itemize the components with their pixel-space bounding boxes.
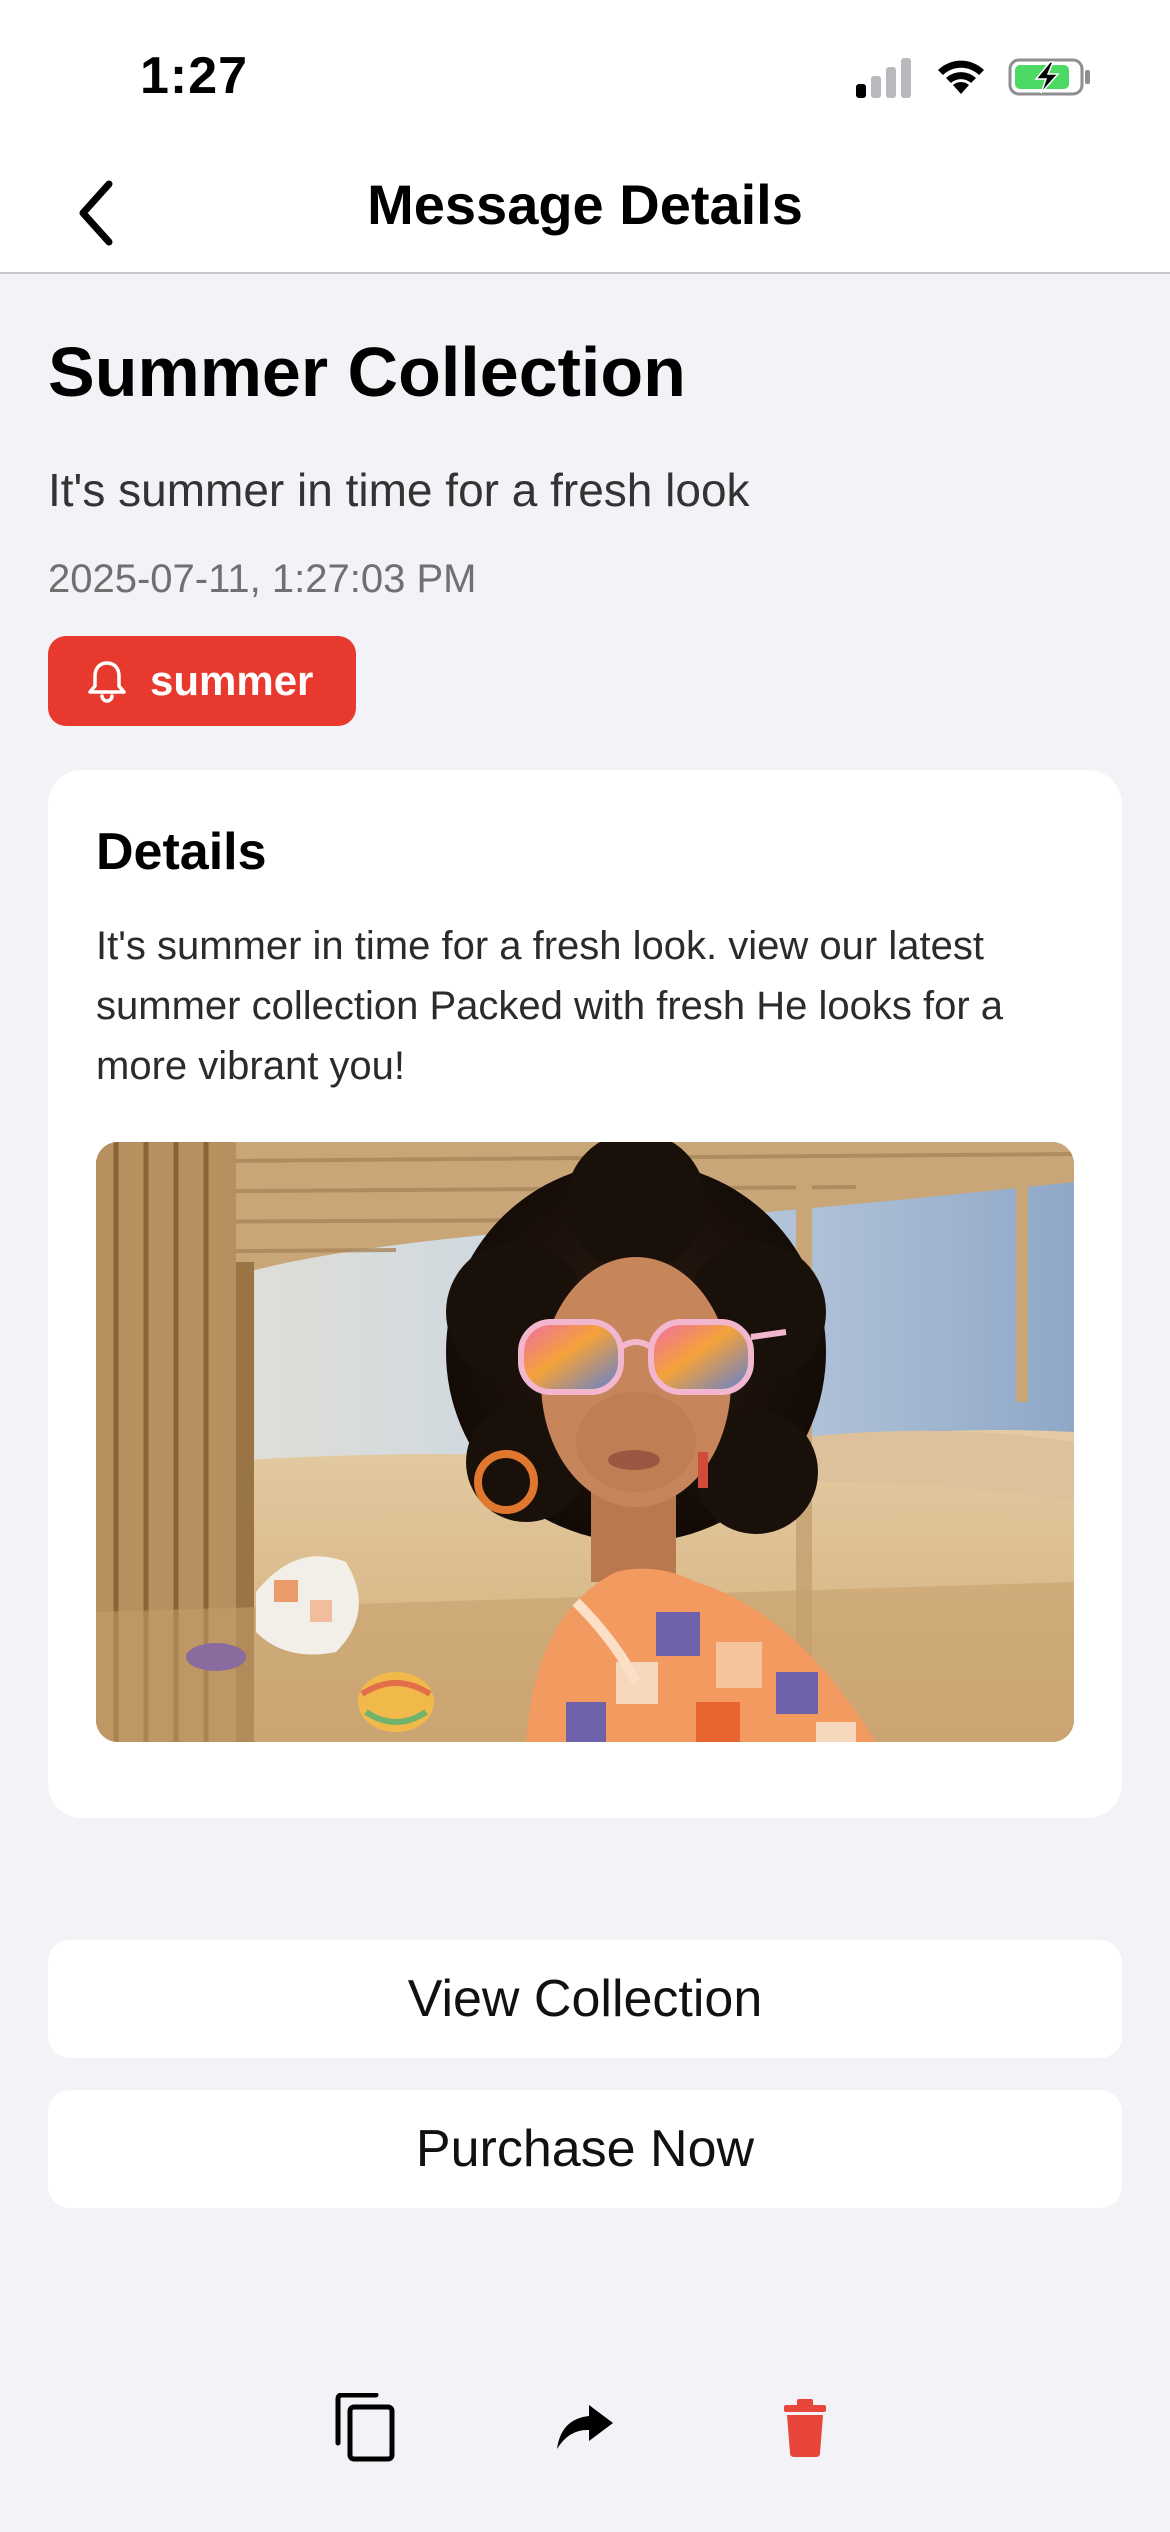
message-timestamp: 2025-07-11, 1:27:03 PM: [48, 557, 477, 601]
details-heading: Details: [96, 823, 267, 881]
message-title: Summer Collection: [48, 333, 686, 411]
purchase-now-button[interactable]: Purchase Now: [48, 2090, 1122, 2208]
message-subtitle: It's summer in time for a fresh look: [48, 464, 750, 516]
wifi-icon: [938, 60, 984, 94]
navigation-bar: Message Details: [0, 150, 1170, 274]
status-time: 1:27: [140, 47, 249, 105]
copy-button[interactable]: [325, 2388, 405, 2468]
tag-badge: summer: [48, 636, 356, 726]
details-body-text: It's summer in time for a fresh look. vi…: [96, 924, 1004, 1088]
details-card: Details It's summer in time for a fresh …: [48, 770, 1122, 1818]
delete-button[interactable]: [765, 2388, 845, 2468]
battery-charging-icon: [1008, 58, 1090, 96]
copy-icon: [335, 2393, 395, 2462]
tag-label: summer: [150, 657, 314, 704]
collection-photo: [96, 1142, 1074, 1742]
trash-icon: [784, 2399, 826, 2457]
bell-icon: [88, 661, 126, 703]
status-bar: 1:27: [0, 0, 1170, 150]
share-button[interactable]: [545, 2388, 625, 2468]
cellular-signal-icon: [856, 58, 911, 98]
share-arrow-icon: [557, 2405, 613, 2449]
view-collection-button[interactable]: View Collection: [48, 1940, 1122, 2058]
page-title: Message Details: [367, 173, 803, 236]
